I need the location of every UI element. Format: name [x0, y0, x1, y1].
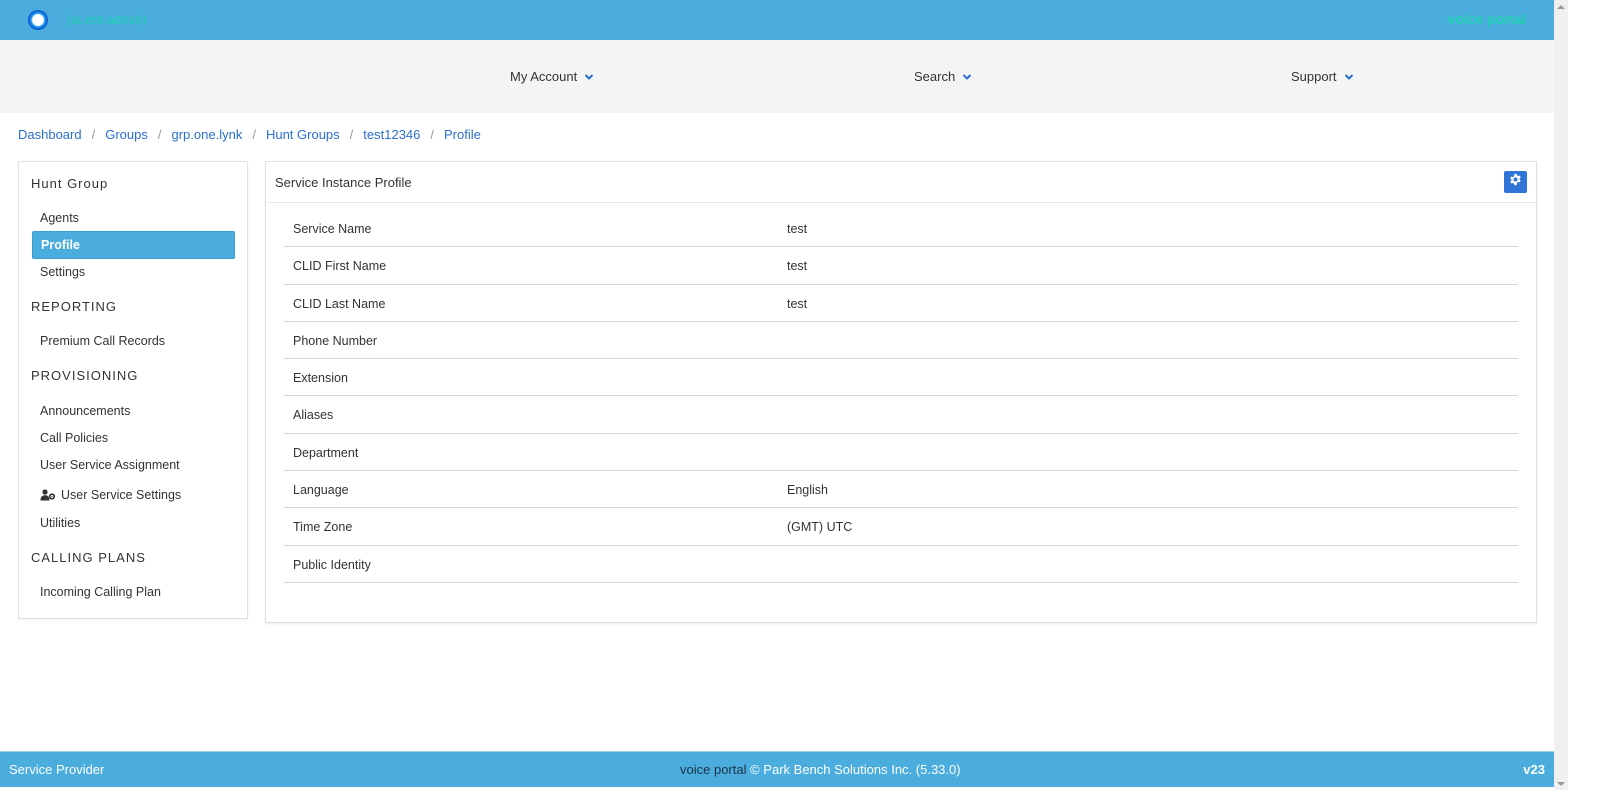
row-label: Phone Number — [293, 333, 378, 348]
row-value: test — [787, 259, 808, 274]
row-label: Aliases — [293, 408, 334, 423]
window-edge — [1568, 0, 1600, 808]
row-value: test — [787, 222, 808, 236]
footer-copyright-text: © Park Bench Solutions Inc. (5.33.0) — [750, 762, 961, 777]
nav-label: My Account — [510, 69, 578, 84]
vertical-scrollbar[interactable] — [1554, 0, 1568, 790]
page: (ol.ent.admin) voice portal My Account S… — [0, 0, 1554, 808]
footer-role-label: Service Provider — [9, 762, 105, 777]
breadcrumb-group[interactable]: grp.one.lynk — [172, 127, 243, 142]
nav-search[interactable]: Search — [914, 69, 972, 84]
top-bar: (ol.ent.admin) voice portal — [0, 0, 1554, 40]
table-row: Service Name test — [284, 210, 1518, 248]
breadcrumb-hunt-group[interactable]: test12346 — [363, 127, 420, 142]
scroll-down-arrow-icon[interactable] — [1557, 782, 1565, 786]
sidebar-heading-calling-plans: CALLING PLANS — [31, 550, 146, 565]
table-row: CLID First Name test — [284, 247, 1518, 285]
row-label: CLID First Name — [293, 259, 387, 274]
breadcrumb-separator: / — [91, 127, 96, 142]
footer-copyright: voice portal © Park Bench Solutions Inc.… — [680, 762, 961, 777]
sidebar-item-utilities[interactable]: Utilities — [40, 516, 80, 530]
logo-icon[interactable] — [28, 10, 48, 30]
user-gear-icon — [40, 489, 56, 501]
breadcrumb-dashboard[interactable]: Dashboard — [18, 127, 82, 142]
sidebar-item-premium-call-records[interactable]: Premium Call Records — [40, 334, 165, 348]
chevron-down-icon — [584, 72, 594, 82]
table-row: Aliases — [284, 396, 1518, 434]
sidebar-item-user-service-settings[interactable]: User Service Settings — [40, 488, 181, 502]
panel-header: Service Instance Profile — [266, 162, 1536, 203]
chevron-down-icon — [962, 72, 972, 82]
sidebar-item-announcements[interactable]: Announcements — [40, 404, 130, 418]
table-row: Public Identity — [284, 546, 1518, 583]
table-row: Phone Number — [284, 322, 1518, 360]
row-label: Service Name — [293, 222, 372, 236]
sidebar-heading-reporting: REPORTING — [31, 299, 118, 314]
sidebar-item-incoming-calling-plan[interactable]: Incoming Calling Plan — [40, 585, 161, 599]
sidebar-item-agents[interactable]: Agents — [40, 211, 79, 225]
sidebar-item-profile[interactable]: Profile — [32, 231, 235, 259]
service-instance-profile-panel: Service Instance Profile Service Name te… — [265, 161, 1537, 623]
panel-title: Service Instance Profile — [275, 175, 412, 190]
main-nav: My Account Search Support — [0, 40, 1554, 113]
sidebar-item-label: User Service Settings — [61, 488, 182, 502]
settings-button[interactable] — [1504, 171, 1527, 193]
breadcrumb-separator: / — [430, 127, 435, 142]
sidebar-item-call-policies[interactable]: Call Policies — [40, 431, 108, 445]
row-label: Department — [293, 445, 359, 460]
breadcrumb-separator: / — [349, 127, 354, 142]
breadcrumb: Dashboard / Groups / grp.one.lynk / Hunt… — [18, 127, 481, 142]
breadcrumb-separator: / — [252, 127, 256, 142]
table-row: Extension — [284, 359, 1518, 397]
breadcrumb-groups[interactable]: Groups — [105, 127, 148, 142]
brand-label: voice portal — [1447, 11, 1526, 27]
sidebar-heading-provisioning: PROVISIONING — [31, 368, 139, 383]
row-label: Language — [293, 483, 349, 498]
footer-brand: voice portal — [680, 762, 747, 777]
profile-table: Service Name test CLID First Name test C… — [284, 210, 1518, 583]
row-value: test — [787, 296, 808, 311]
nav-label: Search — [914, 69, 956, 84]
table-row: Language English — [284, 471, 1518, 509]
table-row: Department — [284, 434, 1518, 472]
chevron-down-icon — [1344, 72, 1354, 82]
breadcrumb-profile[interactable]: Profile — [444, 127, 481, 142]
row-value: (GMT) UTC — [787, 520, 853, 535]
table-row: CLID Last Name test — [284, 285, 1518, 322]
sidebar-item-settings[interactable]: Settings — [40, 265, 85, 279]
sidebar: Hunt Group Agents Profile Settings REPOR… — [18, 161, 248, 619]
sidebar-heading-hunt-group: Hunt Group — [31, 176, 109, 191]
row-label: Extension — [293, 371, 348, 386]
footer: Service Provider voice portal © Park Ben… — [0, 751, 1554, 787]
row-label: Time Zone — [293, 520, 353, 535]
breadcrumb-separator: / — [157, 127, 162, 142]
scroll-up-arrow-icon[interactable] — [1557, 5, 1565, 9]
row-label: CLID Last Name — [293, 296, 386, 311]
table-row: Time Zone (GMT) UTC — [284, 508, 1518, 546]
nav-label: Support — [1291, 69, 1337, 84]
user-label: (ol.ent.admin) — [67, 12, 147, 27]
nav-my-account[interactable]: My Account — [510, 69, 594, 84]
sidebar-item-user-service-assignment[interactable]: User Service Assignment — [40, 458, 180, 472]
gear-icon — [1509, 173, 1522, 191]
row-label: Public Identity — [293, 557, 371, 572]
footer-version: v23 — [1523, 762, 1545, 777]
row-value: English — [787, 483, 828, 498]
nav-support[interactable]: Support — [1291, 69, 1354, 84]
breadcrumb-hunt-groups[interactable]: Hunt Groups — [266, 127, 340, 142]
